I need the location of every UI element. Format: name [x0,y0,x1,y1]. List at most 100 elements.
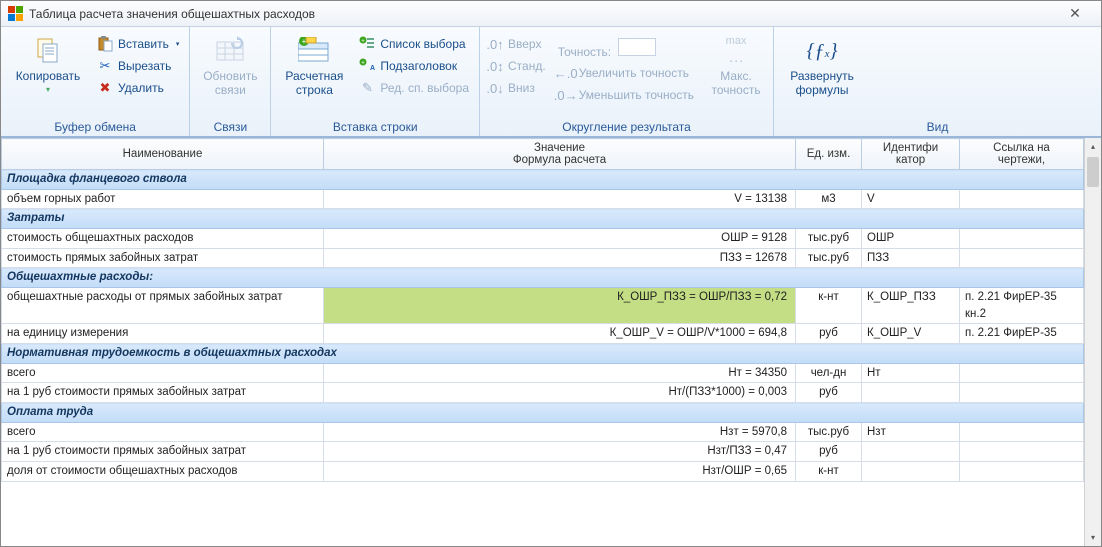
table-row[interactable]: общешахтные расходы от прямых забойных з… [2,288,1084,324]
cell-ref[interactable]: п. 2.21 ФирЕР-35 кн.2 [960,288,1084,324]
subheader-button[interactable]: +ABC Подзаголовок [356,56,475,76]
cell-value[interactable]: Нзт/ОШР = 0,65 [324,462,796,482]
cell-ref[interactable] [960,363,1084,383]
col-header-ident[interactable]: Идентификатор [862,139,960,170]
close-button[interactable]: ✕ [1055,2,1095,26]
cell-value[interactable]: К_ОШР_ПЗЗ = ОШР/ПЗЗ = 0,72 [324,288,796,324]
vertical-scrollbar[interactable]: ▴ ▾ [1084,138,1101,546]
cell-name[interactable]: на 1 руб стоимости прямых забойных затра… [2,383,324,403]
cell-value[interactable]: Нзт/ПЗЗ = 0,47 [324,442,796,462]
cell-value[interactable]: Нт = 34350 [324,363,796,383]
section-cell[interactable]: Общешахтные расходы: [2,268,1084,288]
scroll-thumb[interactable] [1087,157,1099,187]
svg-text:+: + [362,39,366,45]
section-row[interactable]: Нормативная трудоемкость в общешахтных р… [2,344,1084,364]
table-row[interactable]: объем горных работV = 13138м3V [2,189,1084,209]
cell-ident[interactable]: ОШР [862,229,960,249]
table-row[interactable]: стоимость прямых забойных затратПЗЗ = 12… [2,248,1084,268]
data-grid[interactable]: Наименование ЗначениеФормула расчета Ед.… [1,138,1084,546]
table-row[interactable]: на единицу измеренияК_ОШР_V = ОШР/V*1000… [2,324,1084,344]
cell-unit[interactable]: чел-дн [796,363,862,383]
cell-value[interactable]: К_ОШР_V = ОШР/V*1000 = 694,8 [324,324,796,344]
cell-ident[interactable]: V [862,189,960,209]
cell-ref[interactable]: п. 2.21 ФирЕР-35 [960,324,1084,344]
refresh-links-button: Обновить связи [194,30,266,101]
group-label-clipboard: Буфер обмена [5,117,185,136]
dec-precision-icon: .0→ [558,87,574,103]
window-title: Таблица расчета значения общешахтных рас… [29,7,315,21]
cell-ref[interactable] [960,248,1084,268]
cell-unit[interactable]: к-нт [796,462,862,482]
cell-ref[interactable] [960,462,1084,482]
table-row[interactable]: всегоНт = 34350чел-днНт [2,363,1084,383]
cell-ident[interactable]: К_ОШР_V [862,324,960,344]
section-row[interactable]: Общешахтные расходы: [2,268,1084,288]
cell-ident[interactable]: К_ОШР_ПЗЗ [862,288,960,324]
cell-name[interactable]: всего [2,422,324,442]
scroll-down-arrow[interactable]: ▾ [1085,529,1101,546]
section-row[interactable]: Площадка фланцевого ствола [2,170,1084,190]
cell-unit[interactable]: руб [796,324,862,344]
table-row[interactable]: стоимость общешахтных расходовОШР = 9128… [2,229,1084,249]
cell-unit[interactable]: м3 [796,189,862,209]
cell-ref[interactable] [960,383,1084,403]
dec-precision-label: Уменьшить точность [579,88,694,102]
cell-unit[interactable]: тыс.руб [796,248,862,268]
cell-ident[interactable] [862,383,960,403]
cell-name[interactable]: доля от стоимости общешахтных расходов [2,462,324,482]
cell-value[interactable]: Нт/(ПЗЗ*1000) = 0,003 [324,383,796,403]
cell-unit[interactable]: руб [796,383,862,403]
cell-ref[interactable] [960,229,1084,249]
cell-name[interactable]: на 1 руб стоимости прямых забойных затра… [2,442,324,462]
cell-unit[interactable]: руб [796,442,862,462]
cell-ident[interactable]: ПЗЗ [862,248,960,268]
section-row[interactable]: Оплата труда [2,403,1084,423]
cell-value[interactable]: ПЗЗ = 12678 [324,248,796,268]
select-list-button[interactable]: + Список выбора [356,34,475,54]
calc-row-button[interactable]: + Расчетная строка [275,30,353,101]
col-header-unit[interactable]: Ед. изм. [796,139,862,170]
subheader-icon: +ABC [359,58,375,74]
table-row[interactable]: на 1 руб стоимости прямых забойных затра… [2,383,1084,403]
cell-ref[interactable] [960,422,1084,442]
cell-unit[interactable]: тыс.руб [796,422,862,442]
scroll-up-arrow[interactable]: ▴ [1085,138,1101,155]
section-cell[interactable]: Площадка фланцевого ствола [2,170,1084,190]
copy-button[interactable]: Копировать ▾ [5,30,91,98]
cell-value[interactable]: Нзт = 5970,8 [324,422,796,442]
cell-name[interactable]: объем горных работ [2,189,324,209]
table-row[interactable]: доля от стоимости общешахтных расходовНз… [2,462,1084,482]
expand-formulas-button[interactable]: {ƒx} Развернутьформулы [778,30,866,101]
cell-value[interactable]: ОШР = 9128 [324,229,796,249]
section-row[interactable]: Затраты [2,209,1084,229]
section-cell[interactable]: Затраты [2,209,1084,229]
cell-ident[interactable] [862,442,960,462]
col-header-name[interactable]: Наименование [2,139,324,170]
table-row[interactable]: всегоНзт = 5970,8тыс.рубНзт [2,422,1084,442]
cell-name[interactable]: стоимость прямых забойных затрат [2,248,324,268]
cell-value[interactable]: V = 13138 [324,189,796,209]
cell-name[interactable]: общешахтные расходы от прямых забойных з… [2,288,324,324]
section-cell[interactable]: Нормативная трудоемкость в общешахтных р… [2,344,1084,364]
cell-unit[interactable]: тыс.руб [796,229,862,249]
group-label-insert-row: Вставка строки [275,117,475,136]
cell-name[interactable]: всего [2,363,324,383]
paste-button[interactable]: Вставить ▾ [94,34,185,54]
cut-button[interactable]: ✂ Вырезать [94,56,185,76]
scissors-icon: ✂ [97,58,113,74]
cell-name[interactable]: стоимость общешахтных расходов [2,229,324,249]
cell-ident[interactable]: Нзт [862,422,960,442]
cell-ident[interactable] [862,462,960,482]
table-row[interactable]: на 1 руб стоимости прямых забойных затра… [2,442,1084,462]
ribbon-group-clipboard: Копировать ▾ Вставить ▾ ✂ Вырезать ✖ У [1,27,190,136]
cell-name[interactable]: на единицу измерения [2,324,324,344]
section-cell[interactable]: Оплата труда [2,403,1084,423]
delete-button[interactable]: ✖ Удалить [94,78,185,98]
cell-unit[interactable]: к-нт [796,288,862,324]
ribbon: Копировать ▾ Вставить ▾ ✂ Вырезать ✖ У [1,27,1101,137]
col-header-ref[interactable]: Ссылка начертежи, [960,139,1084,170]
cell-ref[interactable] [960,442,1084,462]
cell-ident[interactable]: Нт [862,363,960,383]
col-header-value[interactable]: ЗначениеФормула расчета [324,139,796,170]
cell-ref[interactable] [960,189,1084,209]
